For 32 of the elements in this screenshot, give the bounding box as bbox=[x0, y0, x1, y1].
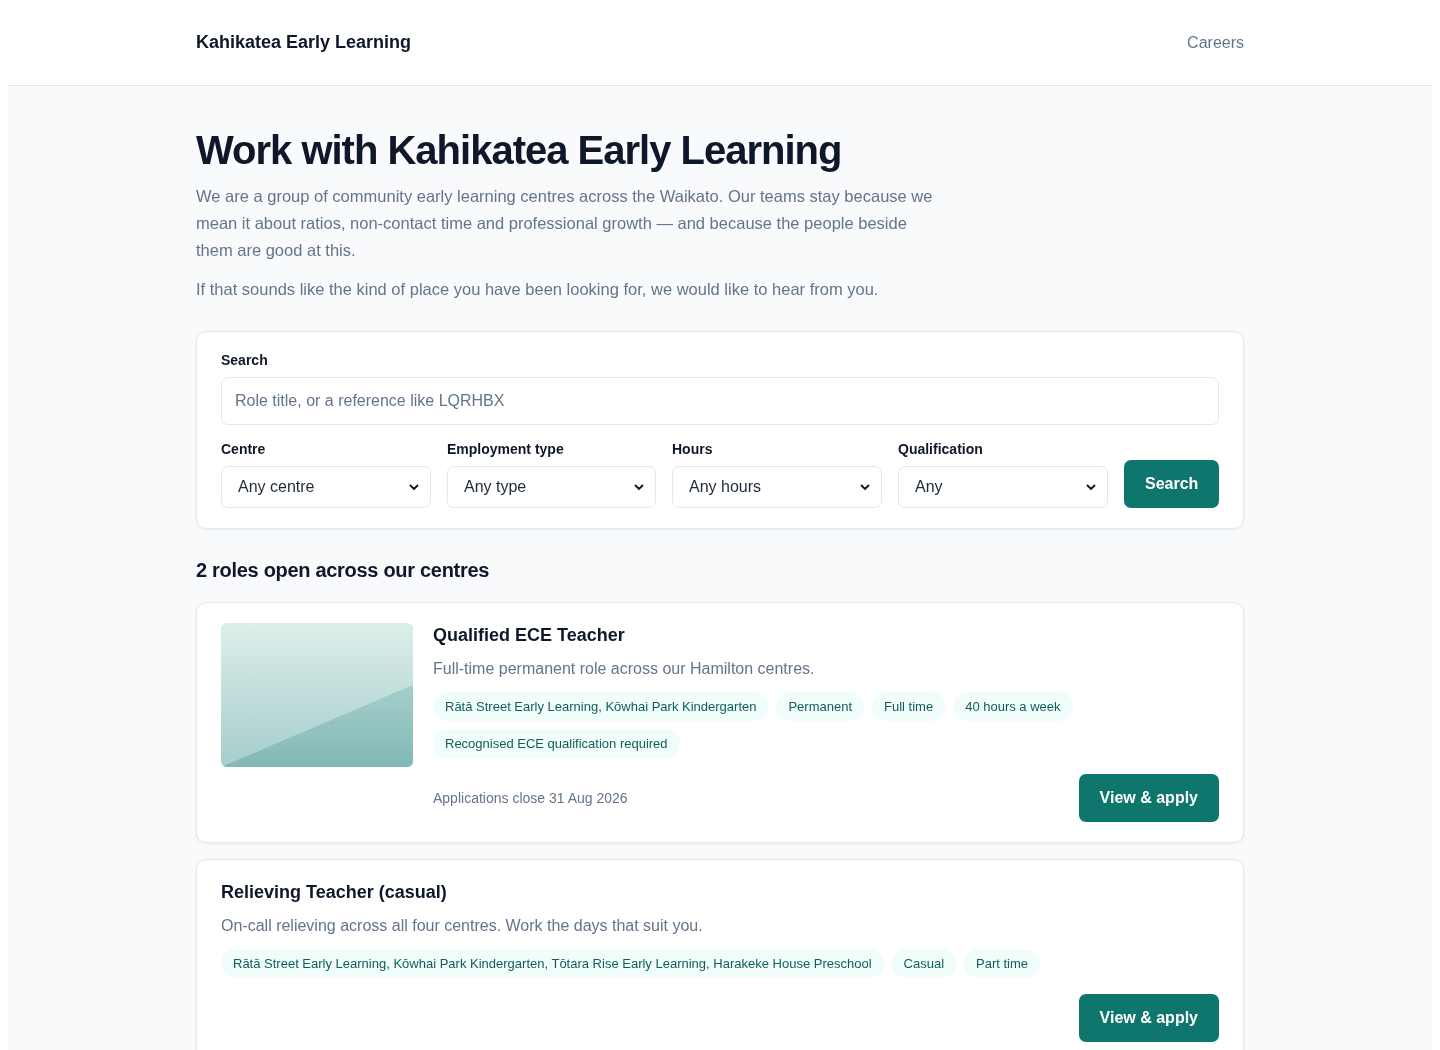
dropdown-field[interactable]: Any hours bbox=[672, 466, 882, 508]
tag: Part time bbox=[964, 949, 1041, 978]
intro-paragraph: We are a group of community early learning centres across the Waikato. Our teams stay because we mean it about ratios, non-contact time and professional growth — and because the people beside them are good at this. bbox=[196, 186, 934, 261]
tag: Full time bbox=[872, 692, 946, 721]
apply-button[interactable]: View & apply bbox=[1078, 774, 1219, 822]
field-label: Employment type bbox=[447, 441, 565, 457]
job-summary: Full-time permanent role across our Hamilton centres. bbox=[433, 660, 816, 678]
search-button[interactable]: Search bbox=[1124, 460, 1220, 508]
field-label: Qualification bbox=[898, 441, 984, 457]
job-title[interactable]: Qualified ECE Teacher bbox=[433, 625, 1219, 646]
job-summary: On-call relieving across all four centres. Work the days that suit you. bbox=[221, 917, 704, 935]
page-title: Work with Kahikatea Early Learning bbox=[196, 128, 843, 173]
field-label: Hours bbox=[672, 441, 714, 457]
tag: Casual bbox=[891, 949, 956, 978]
intro-paragraph: If that sounds like the kind of place you have been looking for, we would like to hear from you. bbox=[196, 279, 880, 300]
tag: Rātā Street Early Learning, Kōwhai Park Kindergarten, Tōtara Rise Early Learning, Harakeke House Preschool bbox=[221, 949, 884, 978]
apply-button[interactable]: View & apply bbox=[1078, 994, 1219, 1042]
tag: Rātā Street Early Learning, Kōwhai Park Kindergarten bbox=[433, 692, 769, 721]
tag: Recognised ECE qualification required bbox=[433, 729, 680, 758]
results-heading: 2 roles open across our centres bbox=[196, 559, 491, 582]
field-label: Search bbox=[221, 352, 269, 368]
tag: 40 hours a week bbox=[953, 692, 1073, 721]
dropdown-field[interactable]: Any bbox=[898, 466, 1108, 508]
tag: Permanent bbox=[776, 692, 865, 721]
field-label: Centre bbox=[221, 441, 267, 457]
search-field[interactable]: Role title, or a reference like LQRHBX bbox=[221, 377, 1219, 425]
site-brand[interactable]: Kahikatea Early Learning bbox=[196, 32, 412, 53]
nav-link[interactable]: Careers bbox=[1187, 33, 1244, 52]
dropdown-field[interactable]: Any centre bbox=[221, 466, 431, 508]
closing-date: Applications close 31 Aug 2026 bbox=[433, 790, 628, 806]
dropdown-field[interactable]: Any type bbox=[447, 466, 656, 508]
job-title[interactable]: Relieving Teacher (casual) bbox=[221, 882, 1219, 903]
